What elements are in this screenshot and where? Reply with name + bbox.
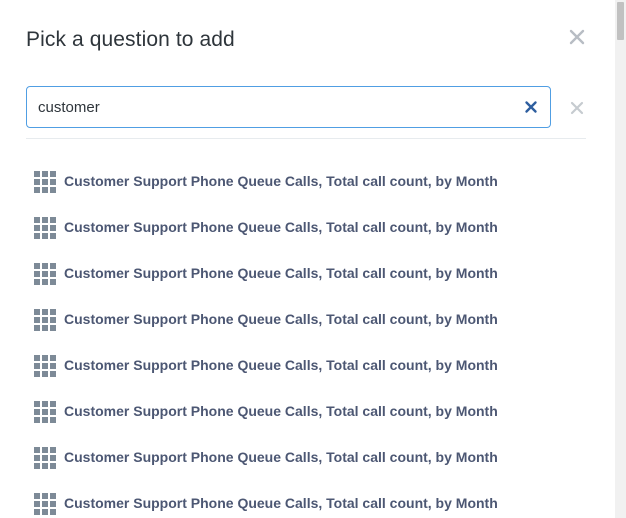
- scrollbar-track[interactable]: [615, 0, 626, 518]
- result-label: Customer Support Phone Queue Calls, Tota…: [64, 357, 498, 373]
- close-icon[interactable]: [568, 28, 586, 46]
- table-grid-icon: [34, 401, 56, 423]
- result-item[interactable]: Customer Support Phone Queue Calls, Tota…: [26, 159, 586, 205]
- table-grid-icon: [34, 263, 56, 285]
- result-item[interactable]: Customer Support Phone Queue Calls, Tota…: [26, 343, 586, 389]
- search-field[interactable]: [26, 86, 551, 128]
- clear-search-icon[interactable]: [524, 100, 538, 114]
- result-item[interactable]: Customer Support Phone Queue Calls, Tota…: [26, 251, 586, 297]
- divider: [26, 138, 586, 139]
- result-item[interactable]: Customer Support Phone Queue Calls, Tota…: [26, 389, 586, 435]
- result-label: Customer Support Phone Queue Calls, Tota…: [64, 219, 498, 235]
- search-input[interactable]: [38, 87, 508, 127]
- modal-title: Pick a question to add: [26, 28, 235, 51]
- table-grid-icon: [34, 493, 56, 515]
- results-list: Customer Support Phone Queue Calls, Tota…: [26, 159, 586, 518]
- result-item[interactable]: Customer Support Phone Queue Calls, Tota…: [26, 205, 586, 251]
- result-label: Customer Support Phone Queue Calls, Tota…: [64, 403, 498, 419]
- result-label: Customer Support Phone Queue Calls, Tota…: [64, 495, 498, 511]
- table-grid-icon: [34, 355, 56, 377]
- scrollbar-thumb[interactable]: [617, 2, 624, 40]
- result-label: Customer Support Phone Queue Calls, Tota…: [64, 173, 498, 189]
- result-label: Customer Support Phone Queue Calls, Tota…: [64, 311, 498, 327]
- result-label: Customer Support Phone Queue Calls, Tota…: [64, 265, 498, 281]
- result-label: Customer Support Phone Queue Calls, Tota…: [64, 449, 498, 465]
- result-item[interactable]: Customer Support Phone Queue Calls, Tota…: [26, 435, 586, 481]
- table-grid-icon: [34, 171, 56, 193]
- table-grid-icon: [34, 309, 56, 331]
- cancel-search-icon[interactable]: [570, 101, 584, 115]
- table-grid-icon: [34, 447, 56, 469]
- table-grid-icon: [34, 217, 56, 239]
- result-item[interactable]: Customer Support Phone Queue Calls, Tota…: [26, 297, 586, 343]
- result-item[interactable]: Customer Support Phone Queue Calls, Tota…: [26, 481, 586, 518]
- add-question-modal: Pick a question to add Customer Support …: [0, 0, 626, 518]
